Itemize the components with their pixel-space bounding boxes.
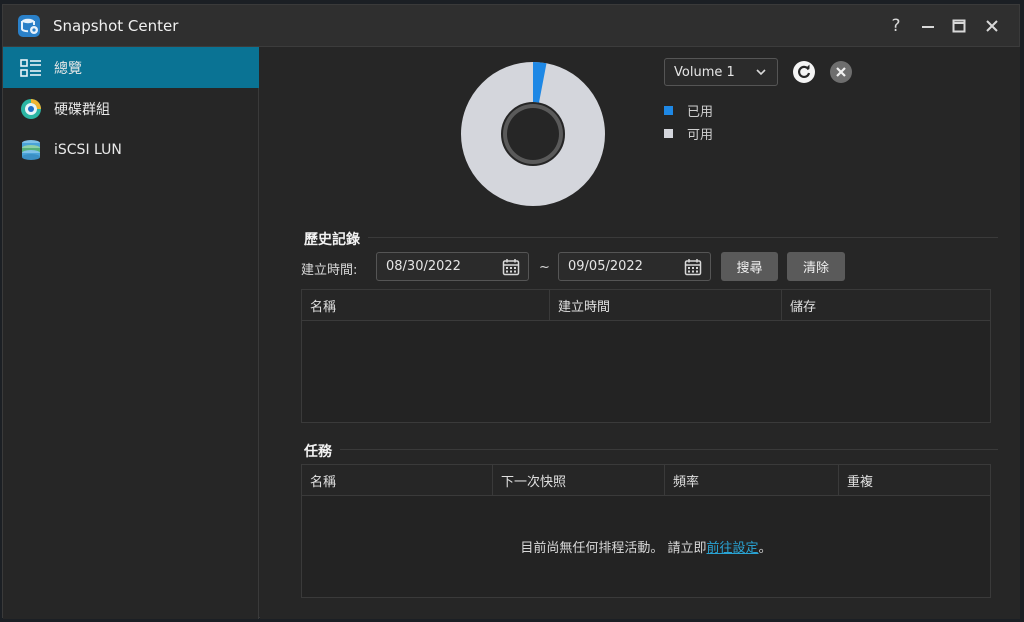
sidebar-item-label: 硬碟群組 <box>54 101 110 118</box>
date-from-input[interactable]: 08/30/2022 <box>376 252 529 281</box>
date-range-separator: ~ <box>539 260 550 275</box>
minimize-icon <box>922 26 934 28</box>
empty-message-suffix: 。 <box>758 541 772 556</box>
clear-button[interactable]: 清除 <box>787 252 845 281</box>
overview-list-icon <box>20 58 41 77</box>
storage-pool-icon <box>21 98 41 119</box>
volume-select[interactable]: Volume 1 <box>664 58 778 86</box>
tasks-table: 名稱 下一次快照 頻率 重複 目前尚無任何排程活動。 請立即前往設定。 <box>301 464 991 598</box>
database-icon <box>22 139 40 160</box>
created-time-label: 建立時間: <box>301 263 358 278</box>
date-to-input[interactable]: 09/05/2022 <box>558 252 711 281</box>
usage-donut-chart <box>461 62 605 206</box>
search-button[interactable]: 搜尋 <box>721 252 778 281</box>
history-table-header: 名稱 建立時間 儲存 <box>302 290 990 321</box>
section-divider <box>340 449 998 450</box>
sidebar-item-iscsi-lun[interactable]: iSCSI LUN <box>3 129 259 170</box>
help-button[interactable]: ? <box>885 15 907 37</box>
close-circle-icon[interactable] <box>829 60 853 84</box>
sidebar-item-storage-pool[interactable]: 硬碟群組 <box>3 88 259 129</box>
close-button[interactable] <box>981 15 1003 37</box>
sidebar-item-overview[interactable]: 總覽 <box>3 47 259 88</box>
go-to-settings-link[interactable]: 前往設定 <box>707 541 759 556</box>
chevron-down-icon <box>756 69 766 76</box>
refresh-icon[interactable] <box>792 60 816 84</box>
legend-used: 已用 <box>664 101 713 120</box>
main-panel: Volume 1 已用 可用 歷史記錄 建立時間: 08/30/2022 ~ 0… <box>260 47 1020 619</box>
column-header-next-snapshot[interactable]: 下一次快照 <box>493 465 665 496</box>
section-divider <box>368 237 998 238</box>
close-icon <box>986 20 998 32</box>
legend-label-free: 可用 <box>687 128 714 143</box>
sidebar: 總覽 硬碟群組 iSCSI LUN <box>3 47 259 619</box>
legend-swatch-used <box>664 106 673 115</box>
column-header-storage[interactable]: 儲存 <box>782 290 990 321</box>
date-from-value: 08/30/2022 <box>386 259 461 274</box>
legend-free: 可用 <box>664 124 713 143</box>
window-title: Snapshot Center <box>53 17 179 35</box>
calendar-icon[interactable] <box>684 258 702 276</box>
column-header-name[interactable]: 名稱 <box>302 465 493 496</box>
tasks-empty-message: 目前尚無任何排程活動。 請立即前往設定。 <box>302 537 990 556</box>
maximize-icon <box>952 19 966 33</box>
maximize-button[interactable] <box>948 15 970 37</box>
column-header-name[interactable]: 名稱 <box>302 290 550 321</box>
sidebar-item-label: iSCSI LUN <box>54 141 122 158</box>
donut-hole <box>507 108 559 160</box>
column-header-created[interactable]: 建立時間 <box>550 290 782 321</box>
legend-label-used: 已用 <box>687 105 714 120</box>
volume-select-value: Volume 1 <box>674 64 735 80</box>
date-to-value: 09/05/2022 <box>568 259 643 274</box>
help-icon: ? <box>891 16 901 36</box>
legend-swatch-free <box>664 129 673 138</box>
tasks-table-header: 名稱 下一次快照 頻率 重複 <box>302 465 990 496</box>
sidebar-item-label: 總覽 <box>54 60 82 77</box>
empty-message-text: 目前尚無任何排程活動。 請立即 <box>520 541 707 556</box>
column-header-repeat[interactable]: 重複 <box>839 465 990 496</box>
title-bar: Snapshot Center ? <box>3 5 1019 47</box>
column-header-frequency[interactable]: 頻率 <box>665 465 839 496</box>
app-logo-icon <box>18 15 40 37</box>
app-window: Snapshot Center ? 總覽 硬碟群組 iSCSI LUN Volu… <box>2 4 1020 619</box>
minimize-button[interactable] <box>917 15 939 37</box>
history-table: 名稱 建立時間 儲存 <box>301 289 991 423</box>
calendar-icon[interactable] <box>502 258 520 276</box>
history-section-title: 歷史記錄 <box>304 232 360 248</box>
tasks-section-title: 任務 <box>304 444 332 460</box>
